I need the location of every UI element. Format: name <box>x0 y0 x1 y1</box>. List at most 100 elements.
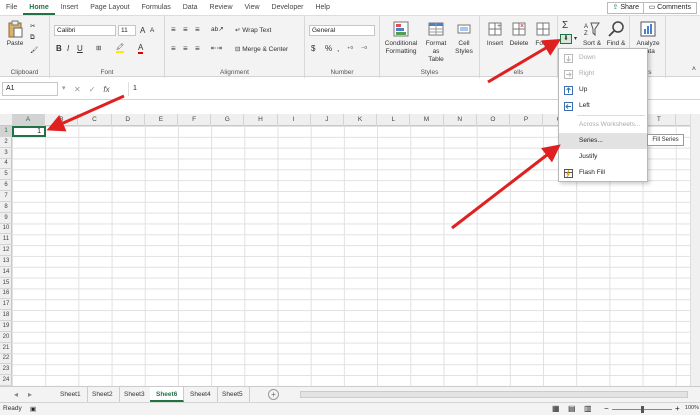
column-header[interactable]: L <box>377 114 411 126</box>
column-header[interactable]: E <box>145 114 178 126</box>
column-header[interactable]: J <box>311 114 344 126</box>
conditional-formatting-button[interactable]: Conditional Formatting <box>384 20 418 56</box>
borders-icon[interactable]: ⊞ <box>96 44 101 52</box>
vertical-scrollbar[interactable] <box>690 114 700 386</box>
shrink-font-icon[interactable]: A <box>150 27 154 34</box>
row-header[interactable]: 3 <box>0 148 12 159</box>
sheet-tab-sheet1[interactable]: Sheet1 <box>54 387 88 402</box>
fill-justify-item[interactable]: Justify <box>559 149 647 165</box>
comma-button[interactable]: , <box>337 44 339 53</box>
wrap-text-button[interactable]: ↵ Wrap Text <box>235 26 271 34</box>
align-left-icon[interactable]: ≡ <box>171 44 176 53</box>
merge-center-button[interactable]: ⊟ Merge & Center <box>235 45 288 53</box>
flash-fill-item[interactable]: Flash Fill <box>559 165 647 181</box>
collapse-ribbon-icon[interactable]: ˄ <box>692 66 696 73</box>
comments-button[interactable]: ▭ Comments <box>642 2 697 14</box>
font-size-select[interactable]: 11 <box>118 25 136 36</box>
format-painter-icon[interactable]: 🖌 <box>30 46 38 54</box>
row-header[interactable]: 11 <box>0 234 12 246</box>
copy-icon[interactable]: ⧉ <box>30 34 35 42</box>
align-top-icon[interactable]: ≡ <box>171 25 176 34</box>
format-as-table-button[interactable]: Format as Table <box>422 20 450 64</box>
column-header[interactable]: D <box>112 114 145 126</box>
font-name-select[interactable]: Calibri <box>54 25 116 36</box>
sheet-tab-sheet2[interactable]: Sheet2 <box>86 387 120 402</box>
fill-across-worksheets-item[interactable]: Across Worksheets... <box>559 117 647 133</box>
column-header[interactable]: N <box>444 114 477 126</box>
decimal-increase-icon[interactable]: ⁺⁰ <box>347 45 353 53</box>
tab-formulas[interactable]: Formulas <box>136 0 177 15</box>
bold-button[interactable]: B <box>56 44 62 53</box>
column-header[interactable]: H <box>244 114 278 126</box>
row-header[interactable]: 4 <box>0 158 12 170</box>
insert-button[interactable]: + Insert <box>484 20 506 48</box>
row-header[interactable]: 20 <box>0 332 12 343</box>
row-header[interactable]: 18 <box>0 310 12 322</box>
column-header[interactable]: B <box>45 114 79 126</box>
fill-button[interactable]: ⬇ <box>560 34 572 44</box>
normal-view-icon[interactable]: ▦ <box>552 404 560 413</box>
row-header[interactable]: 14 <box>0 267 12 278</box>
indent-icon[interactable]: ⇤⇥ <box>211 44 222 52</box>
scroll-left-icon[interactable]: ◂ <box>14 390 18 399</box>
currency-button[interactable]: $ <box>311 44 315 53</box>
column-header[interactable]: M <box>410 114 444 126</box>
sort-filter-button[interactable]: AZ Sort & <box>580 20 604 48</box>
row-header[interactable]: 22 <box>0 353 12 365</box>
fill-dropdown-arrow-icon[interactable]: ▾ <box>574 35 577 42</box>
row-header[interactable]: 6 <box>0 180 12 192</box>
decimal-decrease-icon[interactable]: ⁻⁰ <box>361 45 367 53</box>
sheet-tab-sheet6[interactable]: Sheet6 <box>150 387 185 402</box>
fill-down-item[interactable]: Down <box>559 50 647 66</box>
cell-styles-button[interactable]: Cell Styles <box>452 20 476 56</box>
fill-left-item[interactable]: Left <box>559 98 647 114</box>
zoom-out-icon[interactable]: − <box>604 404 609 413</box>
row-header[interactable]: 2 <box>0 137 12 148</box>
number-format-select[interactable]: General <box>309 25 375 36</box>
column-header[interactable]: O <box>477 114 510 126</box>
row-header[interactable]: 16 <box>0 288 12 300</box>
align-center-icon[interactable]: ≡ <box>183 44 188 53</box>
column-header[interactable]: C <box>78 114 112 126</box>
insert-function-icon[interactable]: fx <box>103 85 109 94</box>
fill-right-item[interactable]: Right <box>559 66 647 82</box>
add-sheet-button[interactable]: + <box>268 389 279 400</box>
row-header[interactable]: 8 <box>0 202 12 213</box>
italic-button[interactable]: I <box>67 44 69 53</box>
name-box[interactable]: A1 <box>2 82 58 96</box>
zoom-in-icon[interactable]: + <box>675 404 680 413</box>
share-button[interactable]: ⇪ Share <box>606 2 645 14</box>
underline-button[interactable]: U <box>77 44 83 53</box>
tab-home[interactable]: Home <box>23 0 55 15</box>
font-color-icon[interactable]: A <box>138 43 144 54</box>
tab-page-layout[interactable]: Page Layout <box>84 0 135 15</box>
page-layout-view-icon[interactable]: ▤ <box>568 404 576 413</box>
row-header[interactable]: 19 <box>0 321 12 332</box>
column-header[interactable]: F <box>178 114 212 126</box>
tab-data[interactable]: Data <box>177 0 204 15</box>
row-header[interactable]: 12 <box>0 245 12 257</box>
cut-icon[interactable]: ✂ <box>30 22 35 30</box>
row-header[interactable]: 7 <box>0 191 12 202</box>
tab-insert[interactable]: Insert <box>55 0 85 15</box>
page-break-view-icon[interactable]: ▥ <box>584 404 592 413</box>
column-header[interactable]: P <box>510 114 544 126</box>
grow-font-icon[interactable]: A <box>140 26 145 35</box>
row-header[interactable]: 17 <box>0 299 12 311</box>
format-button[interactable]: Form <box>532 20 554 48</box>
sheet-tab-sheet5[interactable]: Sheet5 <box>216 387 250 402</box>
zoom-slider-knob[interactable] <box>641 406 644 413</box>
horizontal-scrollbar[interactable] <box>300 391 688 398</box>
fill-up-item[interactable]: Up <box>559 82 647 98</box>
enter-icon[interactable]: ✓ <box>89 85 96 94</box>
row-header[interactable]: 21 <box>0 343 12 354</box>
row-header[interactable]: 9 <box>0 213 12 224</box>
sheet-tab-sheet3[interactable]: Sheet3 <box>118 387 152 402</box>
orientation-icon[interactable]: ab↗ <box>211 25 224 33</box>
zoom-level[interactable]: 100% <box>685 405 699 411</box>
column-header[interactable]: A <box>12 114 46 126</box>
tab-view[interactable]: View <box>239 0 266 15</box>
autosum-button[interactable]: Σ <box>562 20 568 31</box>
row-header[interactable]: 1 <box>0 126 12 137</box>
fill-series-item[interactable]: Series... <box>559 133 647 149</box>
